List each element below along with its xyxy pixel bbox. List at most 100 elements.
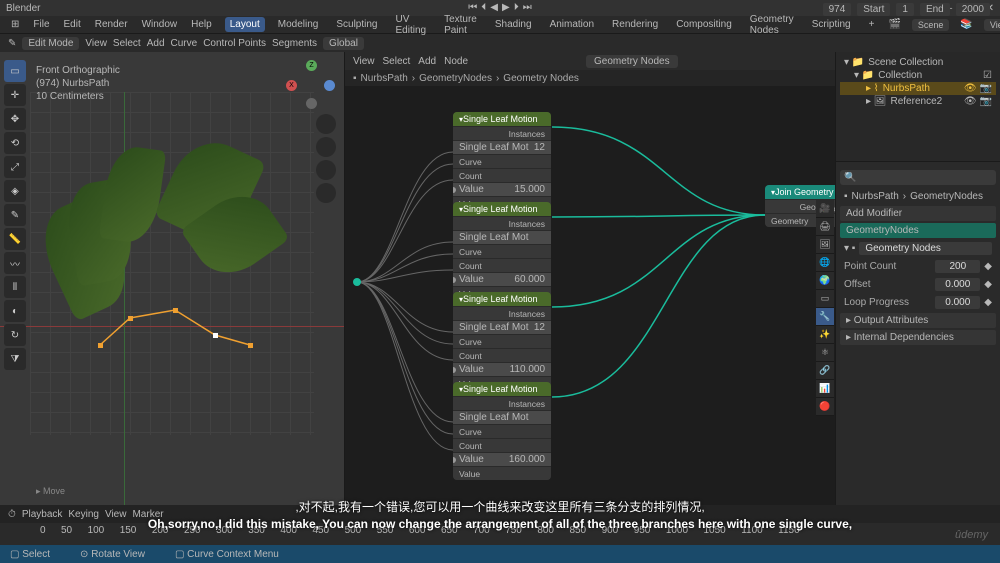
node-single-leaf-4[interactable]: Single Leaf Motion Instances Single Leaf…	[453, 382, 551, 480]
output-attributes[interactable]: ▸ Output Attributes	[840, 313, 996, 328]
start-frame[interactable]: 1	[896, 3, 914, 16]
prev-key-icon[interactable]: ⏴	[481, 2, 486, 13]
tool-extrude[interactable]: ⫴	[4, 276, 26, 298]
bc-object[interactable]: NurbsPath	[361, 73, 408, 84]
bc-modifier[interactable]: GeometryNodes	[419, 73, 492, 84]
tool-scale[interactable]: ⤢	[4, 156, 26, 178]
tab-data-icon[interactable]: 📊	[816, 380, 834, 398]
tl-keying[interactable]: Keying	[68, 509, 99, 520]
value-field[interactable]: 15.000	[514, 184, 545, 195]
nurbs-curve[interactable]	[100, 310, 260, 363]
tab-world-icon[interactable]: 🌍	[816, 272, 834, 290]
tool-rotate[interactable]: ⟲	[4, 132, 26, 154]
timeline-track[interactable]: 050100 150200250 300350400 450500550 600…	[0, 523, 1000, 545]
offset-field[interactable]: 0.000	[935, 278, 980, 291]
tool-move[interactable]: ✥	[4, 108, 26, 130]
menu-select[interactable]: Select	[113, 38, 141, 49]
viewlayer-name[interactable]: ViewLayer	[984, 19, 1000, 31]
jump-start-icon[interactable]: ⏮	[468, 2, 477, 13]
menu-edit[interactable]: Edit	[59, 17, 86, 32]
tab-animation[interactable]: Animation	[545, 17, 599, 32]
tab-scripting[interactable]: Scripting	[807, 17, 856, 32]
menu-add[interactable]: Add	[147, 38, 165, 49]
tl-marker[interactable]: Marker	[132, 509, 163, 520]
jump-end-icon[interactable]: ⏭	[523, 2, 532, 13]
tab-view-icon[interactable]: 🖼	[816, 236, 834, 254]
current-frame[interactable]: 974	[823, 3, 852, 16]
tab-layout[interactable]: Layout	[225, 17, 265, 32]
modifier-header[interactable]: GeometryNodes	[840, 223, 996, 238]
tool-draw[interactable]: 〰	[4, 252, 26, 274]
reference-row[interactable]: ▸ 🖼Reference2👁📷	[840, 95, 996, 108]
collection-row[interactable]: ▾ 📁Collection☑	[840, 69, 996, 82]
eye-icon[interactable]: 👁	[964, 83, 977, 94]
ne-view[interactable]: View	[353, 56, 375, 67]
next-key-icon[interactable]: ⏵	[514, 2, 519, 13]
tool-transform[interactable]: ◈	[4, 180, 26, 202]
perspective-icon[interactable]	[316, 183, 336, 203]
menu-control-points[interactable]: Control Points	[203, 38, 266, 49]
tab-particle-icon[interactable]: ✨	[816, 326, 834, 344]
tab-output-icon[interactable]: 🖨	[816, 218, 834, 236]
value-field[interactable]: 160.000	[509, 454, 545, 465]
tab-object-icon[interactable]: ▭	[816, 290, 834, 308]
tab-render-icon[interactable]: 🎥	[816, 200, 834, 218]
tab-modifier-icon[interactable]: 🔧	[816, 308, 834, 326]
tool-shear[interactable]: ⧩	[4, 348, 26, 370]
point-count-field[interactable]: 200	[935, 260, 980, 273]
ne-select[interactable]: Select	[383, 56, 411, 67]
menu-segments[interactable]: Segments	[272, 38, 317, 49]
tab-texture[interactable]: Texture Paint	[439, 12, 482, 38]
menu-help[interactable]: Help	[186, 17, 217, 32]
menu-curve[interactable]: Curve	[171, 38, 198, 49]
node-single-leaf-2[interactable]: Single Leaf Motion Instances Single Leaf…	[453, 202, 551, 300]
menu-render[interactable]: Render	[90, 17, 133, 32]
ne-add[interactable]: Add	[418, 56, 436, 67]
menu-file[interactable]: File	[28, 17, 54, 32]
tl-playback[interactable]: Playback	[22, 509, 63, 520]
node-single-leaf-1[interactable]: Single Leaf Motion Instances Single Leaf…	[453, 112, 551, 210]
camera-icon[interactable]: 📷	[980, 96, 992, 107]
camera-icon[interactable]: 📷	[980, 83, 992, 94]
tool-annotate[interactable]: ✎	[4, 204, 26, 226]
outliner[interactable]: ▾ 📁Scene Collection ▾ 📁Collection☑ ▸ ⌇Nu…	[836, 52, 1000, 162]
value-field[interactable]: 60.000	[514, 274, 545, 285]
camera-icon[interactable]	[316, 160, 336, 180]
scene-name[interactable]: Scene	[912, 19, 950, 31]
tab-add[interactable]: +	[864, 17, 880, 32]
play-icon[interactable]: ▶	[502, 2, 510, 13]
menu-view[interactable]: View	[85, 38, 107, 49]
tab-sculpting[interactable]: Sculpting	[331, 17, 382, 32]
tool-cursor[interactable]: ✛	[4, 84, 26, 106]
orientation-select[interactable]: Global	[323, 37, 364, 50]
node-editor[interactable]: View Select Add Node Geometry Nodes ▪Nur…	[345, 52, 835, 505]
tool-tilt[interactable]: ↻	[4, 324, 26, 346]
ne-node[interactable]: Node	[444, 56, 468, 67]
nodegroup-field[interactable]: Geometry Nodes	[859, 242, 992, 255]
bc-group[interactable]: Geometry Nodes	[503, 73, 579, 84]
tab-material-icon[interactable]: 🔴	[816, 398, 834, 416]
menu-window[interactable]: Window	[137, 17, 183, 32]
tool-select[interactable]: ▭	[4, 60, 26, 82]
nav-gizmo[interactable]: Z X	[286, 60, 336, 110]
tool-radius[interactable]: ◐	[4, 300, 26, 322]
tab-uv[interactable]: UV Editing	[390, 12, 431, 38]
operator-panel[interactable]: ▸ Move	[36, 486, 65, 497]
viewport-3d[interactable]: Front Orthographic (974) NurbsPath 10 Ce…	[0, 52, 345, 505]
add-modifier-button[interactable]: Add Modifier	[840, 206, 996, 221]
tl-view[interactable]: View	[105, 509, 127, 520]
blender-icon[interactable]: ⊞	[6, 17, 24, 32]
tab-geonodes[interactable]: Geometry Nodes	[745, 12, 799, 38]
node-single-leaf-3[interactable]: Single Leaf Motion Instances Single Leaf…	[453, 292, 551, 390]
mode-select[interactable]: Edit Mode	[22, 37, 79, 50]
group-input-socket[interactable]	[353, 278, 361, 286]
play-reverse-icon[interactable]: ◀	[490, 2, 498, 13]
tab-scene-icon[interactable]: 🌐	[816, 254, 834, 272]
nodegroup-name[interactable]: Geometry Nodes	[586, 55, 678, 68]
scene-collection[interactable]: ▾ 📁Scene Collection	[840, 56, 996, 69]
eye-icon[interactable]: 👁	[964, 96, 977, 107]
tab-modeling[interactable]: Modeling	[273, 17, 324, 32]
checkbox-icon[interactable]: ☑	[983, 70, 992, 81]
tab-constraint-icon[interactable]: 🔗	[816, 362, 834, 380]
tab-compositing[interactable]: Compositing	[671, 17, 737, 32]
